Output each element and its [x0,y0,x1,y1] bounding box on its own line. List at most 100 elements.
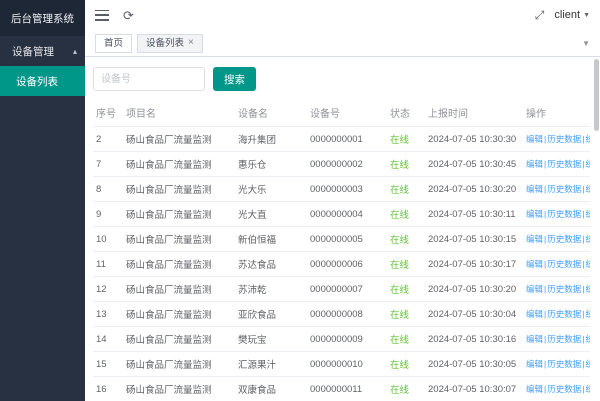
history-data-link[interactable]: 历史数据 [547,384,581,394]
separator: | [544,184,546,194]
history-data-link[interactable]: 历史数据 [547,284,581,294]
history-data-link[interactable]: 历史数据 [547,259,581,269]
cell-time: 2024-07-05 10:30:20 [425,177,523,202]
separator: | [544,384,546,394]
cell-device: 亚欣食品 [235,302,307,327]
app-window: 后台管理系统 设备管理 ▴ 设备列表 ⟳ ⤢ client ▼ 首页 设备列表 … [0,0,600,401]
cell-device: 汇源果汁 [235,352,307,377]
table-row: 13 砀山食品厂流量监测 亚欣食品 0000000008 在线 2024-07-… [93,302,590,327]
scrollbar-thumb[interactable] [594,59,599,131]
cell-time: 2024-07-05 10:30:04 [425,302,523,327]
edit-link[interactable]: 编辑 [526,384,543,394]
history-data-link[interactable]: 历史数据 [547,359,581,369]
stats-report-link[interactable]: 统计报表 [585,334,590,344]
top-navbar: ⟳ ⤢ client ▼ [85,0,600,30]
cell-operations: 编辑|历史数据|统计报表 [523,177,590,202]
history-data-link[interactable]: 历史数据 [547,184,581,194]
search-form: 搜索 [93,67,590,91]
cell-operations: 编辑|历史数据|统计报表 [523,277,590,302]
cell-no: 16 [93,377,123,401]
scrollbar[interactable] [594,59,599,389]
stats-report-link[interactable]: 统计报表 [585,259,590,269]
history-data-link[interactable]: 历史数据 [547,209,581,219]
status-badge: 在线 [387,352,425,377]
cell-no: 12 [93,277,123,302]
table-body: 2 砀山食品厂流量监测 海升集团 0000000001 在线 2024-07-0… [93,127,590,401]
tabs-bar: 首页 设备列表 × ▼ [85,30,600,57]
cell-time: 2024-07-05 10:30:20 [425,277,523,302]
separator: | [544,309,546,319]
stats-report-link[interactable]: 统计报表 [585,184,590,194]
cell-project: 砀山食品厂流量监测 [123,227,235,252]
edit-link[interactable]: 编辑 [526,284,543,294]
separator: | [544,134,546,144]
edit-link[interactable]: 编辑 [526,259,543,269]
status-badge: 在线 [387,177,425,202]
cell-device: 海升集团 [235,127,307,152]
tab-home[interactable]: 首页 [95,34,132,53]
history-data-link[interactable]: 历史数据 [547,309,581,319]
hamburger-icon[interactable] [95,10,109,21]
sidebar-item-device-list[interactable]: 设备列表 [0,66,85,96]
stats-report-link[interactable]: 统计报表 [585,159,590,169]
history-data-link[interactable]: 历史数据 [547,159,581,169]
close-icon[interactable]: × [188,38,194,48]
cell-operations: 编辑|历史数据|统计报表 [523,152,590,177]
col-header-time: 上报时间 [425,99,523,127]
edit-link[interactable]: 编辑 [526,159,543,169]
stats-report-link[interactable]: 统计报表 [585,134,590,144]
stats-report-link[interactable]: 统计报表 [585,234,590,244]
col-header-device-no: 设备号 [307,99,387,127]
sidebar-item-device-management[interactable]: 设备管理 ▴ [0,36,85,66]
edit-link[interactable]: 编辑 [526,234,543,244]
chevron-down-icon[interactable]: ▼ [582,39,590,48]
search-input[interactable] [93,67,205,91]
cell-project: 砀山食品厂流量监测 [123,352,235,377]
cell-device: 光大直 [235,202,307,227]
edit-link[interactable]: 编辑 [526,309,543,319]
cell-no: 2 [93,127,123,152]
cell-time: 2024-07-05 10:30:45 [425,152,523,177]
cell-device: 苏达食品 [235,252,307,277]
history-data-link[interactable]: 历史数据 [547,334,581,344]
cell-operations: 编辑|历史数据|统计报表 [523,327,590,352]
cell-project: 砀山食品厂流量监测 [123,177,235,202]
refresh-icon[interactable]: ⟳ [123,9,134,22]
chevron-up-icon: ▴ [73,47,77,56]
status-badge: 在线 [387,302,425,327]
cell-no: 8 [93,177,123,202]
cell-no: 13 [93,302,123,327]
tab-device-list[interactable]: 设备列表 × [137,34,203,53]
cell-time: 2024-07-05 10:30:07 [425,377,523,401]
search-button[interactable]: 搜索 [213,67,256,91]
stats-report-link[interactable]: 统计报表 [585,359,590,369]
edit-link[interactable]: 编辑 [526,359,543,369]
user-dropdown[interactable]: client ▼ [554,9,590,21]
fullscreen-icon[interactable]: ⤢ [535,8,545,23]
edit-link[interactable]: 编辑 [526,209,543,219]
stats-report-link[interactable]: 统计报表 [585,384,590,394]
cell-device-no: 0000000008 [307,302,387,327]
history-data-link[interactable]: 历史数据 [547,134,581,144]
separator: | [544,159,546,169]
status-badge: 在线 [387,252,425,277]
separator: | [544,359,546,369]
cell-device: 樊玩宝 [235,327,307,352]
cell-no: 11 [93,252,123,277]
history-data-link[interactable]: 历史数据 [547,234,581,244]
cell-time: 2024-07-05 10:30:15 [425,227,523,252]
status-badge: 在线 [387,202,425,227]
table-row: 8 砀山食品厂流量监测 光大乐 0000000003 在线 2024-07-05… [93,177,590,202]
edit-link[interactable]: 编辑 [526,184,543,194]
col-header-no: 序号 [93,99,123,127]
edit-link[interactable]: 编辑 [526,134,543,144]
separator: | [544,334,546,344]
cell-project: 砀山食品厂流量监测 [123,202,235,227]
stats-report-link[interactable]: 统计报表 [585,284,590,294]
stats-report-link[interactable]: 统计报表 [585,209,590,219]
table-row: 16 砀山食品厂流量监测 双康食品 0000000011 在线 2024-07-… [93,377,590,401]
content-panel: 搜索 序号 项目名 设备名 设备号 状态 上报时间 操作 [85,57,600,401]
stats-report-link[interactable]: 统计报表 [585,309,590,319]
separator: | [544,209,546,219]
edit-link[interactable]: 编辑 [526,334,543,344]
